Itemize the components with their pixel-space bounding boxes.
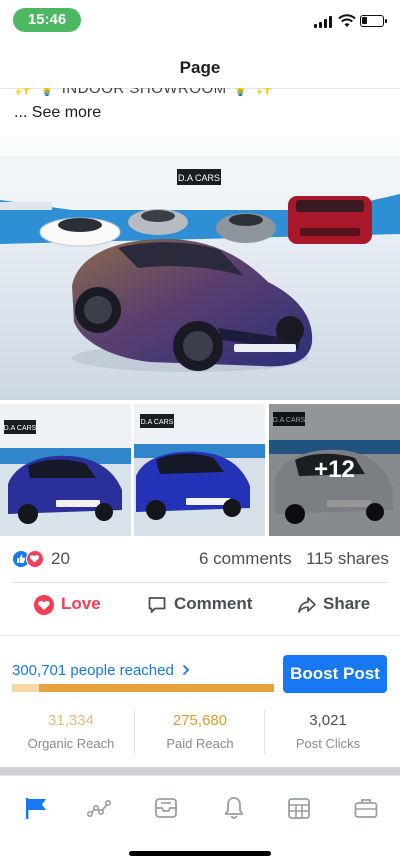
screen: 15:46 Page ✨ 💡 INDOOR SHOWROOM 💡 ✨ ... S… xyxy=(0,0,400,866)
showroom-photo: D.A CARS xyxy=(0,136,400,400)
paid-reach-label: Paid Reach xyxy=(166,736,234,751)
post-clicks-stat: 3,021 Post Clicks xyxy=(268,712,388,751)
thumb-sign-2: D.A CARS xyxy=(141,419,174,426)
post-photo-thumb-2[interactable]: D.A CARS xyxy=(134,404,265,536)
calendar-icon xyxy=(288,798,310,819)
page-title: Page xyxy=(179,58,221,77)
post-text-clipped: ✨ 💡 INDOOR SHOWROOM 💡 ✨ xyxy=(14,88,394,98)
thumb-photo-1: D.A CARS xyxy=(0,404,131,536)
wifi-icon xyxy=(338,14,356,27)
stat-separator xyxy=(264,710,265,754)
tab-tools[interactable] xyxy=(352,794,380,822)
share-button[interactable]: Share xyxy=(297,594,387,616)
tab-inbox[interactable] xyxy=(152,794,180,822)
people-reached-link[interactable]: 300,701 people reached xyxy=(12,662,190,679)
see-more-link[interactable]: ... See more xyxy=(14,104,101,122)
post-clicks-value: 3,021 xyxy=(309,712,347,729)
signal-icon xyxy=(314,16,334,28)
tab-publishing[interactable] xyxy=(285,794,313,822)
organic-reach-label: Organic Reach xyxy=(27,736,115,751)
thumb-sign-1: D.A CARS xyxy=(4,425,37,432)
post-photo-main[interactable]: D.A CARS xyxy=(0,136,400,400)
people-reached-text: 300,701 people reached xyxy=(12,662,174,679)
share-label: Share xyxy=(323,594,371,613)
reach-progress-bar xyxy=(12,684,274,692)
bell-icon xyxy=(224,797,244,819)
comments-count-link[interactable]: 6 comments xyxy=(199,549,292,569)
feed-separator xyxy=(0,767,400,775)
love-icon xyxy=(34,595,54,615)
tab-insights[interactable] xyxy=(86,794,114,822)
love-reaction-icon xyxy=(26,550,44,568)
flag-icon xyxy=(26,798,46,819)
paid-reach-stat: 275,680 Paid Reach xyxy=(140,712,260,751)
stat-separator xyxy=(134,710,135,754)
love-button[interactable]: Love xyxy=(34,594,114,616)
post-photo-thumb-1[interactable]: D.A CARS xyxy=(0,404,131,536)
inbox-icon xyxy=(155,798,177,818)
comment-icon xyxy=(148,597,166,613)
organic-reach-stat: 31,334 Organic Reach xyxy=(11,712,131,751)
paid-reach-value: 275,680 xyxy=(172,712,228,729)
reaction-count: 20 xyxy=(51,549,70,568)
showroom-sign: D.A CARS xyxy=(178,173,220,183)
shares-count-link[interactable]: 115 shares xyxy=(306,549,389,569)
chevron-right-icon xyxy=(182,664,190,676)
status-time: 15:46 xyxy=(13,8,81,32)
post-clicks-label: Post Clicks xyxy=(295,736,361,751)
battery-icon xyxy=(360,15,387,27)
status-bar: 15:46 xyxy=(0,0,400,44)
comment-button[interactable]: Comment xyxy=(147,594,267,616)
tab-notifications[interactable] xyxy=(220,794,248,822)
home-indicator xyxy=(129,851,271,856)
share-arrow-icon xyxy=(298,597,316,613)
insights-icon xyxy=(86,800,111,817)
comment-label: Comment xyxy=(174,594,253,613)
organic-reach-value: 31,334 xyxy=(48,712,94,729)
reactions-divider xyxy=(12,582,388,583)
thumb-photo-2: D.A CARS xyxy=(134,404,265,536)
more-photos-count: +12 xyxy=(314,456,355,483)
organic-reach-fill xyxy=(12,684,40,692)
love-label: Love xyxy=(61,594,101,613)
boost-post-button[interactable]: Boost Post xyxy=(283,655,387,693)
briefcase-icon xyxy=(354,799,378,818)
post-text-line: ✨ 💡 INDOOR SHOWROOM 💡 ✨ xyxy=(14,88,275,97)
post-photo-thumb-3[interactable]: D.A CARS +12 xyxy=(269,404,400,536)
tab-page[interactable] xyxy=(22,794,50,822)
section-divider xyxy=(0,635,400,636)
